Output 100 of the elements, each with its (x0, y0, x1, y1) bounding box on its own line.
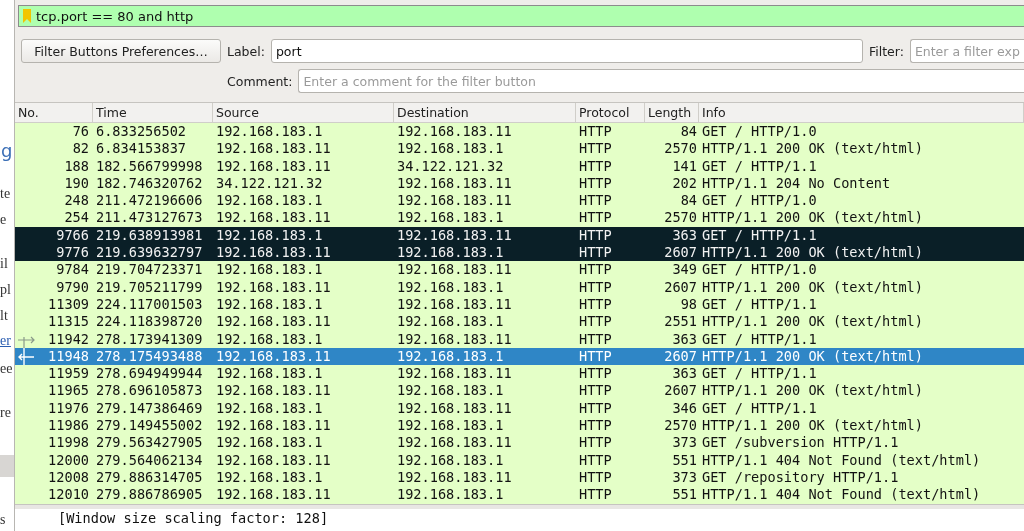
table-cell-text: HTTP/1.1 200 OK (text/html) (701, 382, 924, 400)
table-cell-text: HTTP (578, 209, 613, 227)
table-cell-text: GET / HTTP/1.1 (701, 226, 818, 245)
table-cell-text: 278.694949944 (95, 365, 204, 383)
table-cell-text: 6.834153837 (95, 140, 188, 158)
packet-row[interactable]: 11986 279.149455002 192.168.183.11 192.168.183.1 HTTP 2570 HTTP/1.1 200 OK (text/html) (15, 417, 1024, 435)
table-cell-text: HTTP (578, 434, 613, 452)
packet-row[interactable]: 76 6.833256502 192.168.183.1 192.168.183.11 HTTP 84 GET / HTTP/1.0 (15, 123, 1024, 141)
page-text: e (0, 212, 7, 228)
table-cell-text: 182.746320762 (95, 174, 204, 193)
table-cell-text: 2607 (663, 382, 698, 400)
table-cell-text: 11986 (48, 417, 90, 435)
table-cell-text: 279.563427905 (95, 434, 204, 452)
column-header[interactable]: Source (213, 103, 394, 122)
packet-row[interactable]: 9776 219.639632797 192.168.183.11 192.168.183.1 HTTP 2607 HTTP/1.1 200 OK (text/html) (15, 244, 1024, 262)
table-cell-text: 192.168.183.1 (396, 451, 505, 469)
table-cell-text: 141 (671, 157, 698, 175)
column-header[interactable]: Time (93, 103, 213, 122)
packet-row[interactable]: 254 211.473127673 192.168.183.11 192.168.183.1 HTTP 2570 HTTP/1.1 200 OK (text/html) (15, 209, 1024, 227)
page-text: te (0, 186, 11, 202)
table-cell-text: 192.168.183.11 (396, 330, 513, 348)
table-cell-text: 192.168.183.1 (396, 382, 505, 400)
packet-row[interactable]: 11959 278.694949944 192.168.183.1 192.168.183.11 HTTP 363 GET / HTTP/1.1 (15, 365, 1024, 383)
packet-row[interactable]: 248 211.472196606 192.168.183.1 192.168.183.11 HTTP 84 GET / HTTP/1.0 (15, 192, 1024, 210)
table-cell-text: 373 (671, 468, 698, 487)
page-text: g (1, 139, 13, 163)
table-cell-text: 211.472196606 (95, 192, 204, 210)
packet-row[interactable]: 9784 219.704723371 192.168.183.1 192.168.183.11 HTTP 349 GET / HTTP/1.0 (15, 261, 1024, 279)
table-cell-text: 11959 (48, 365, 90, 383)
table-cell-text: 279.886314705 (95, 468, 204, 487)
table-cell-text: 34.122.121.32 (396, 157, 505, 175)
table-cell-text: HTTP (578, 278, 613, 296)
table-cell-text: 278.175493488 (95, 347, 204, 366)
table-cell-text: HTTP (578, 382, 613, 400)
table-cell-text: 192.168.183.11 (396, 365, 513, 383)
filter-field[interactable]: Enter a filter exp (909, 39, 1024, 63)
table-cell-text: 278.173941309 (95, 330, 204, 348)
table-cell-text: 192.168.183.1 (215, 365, 324, 383)
packet-row[interactable]: 12010 279.886786905 192.168.183.11 192.168.183.1 HTTP 551 HTTP/1.1 404 Not Found (text/html) (15, 486, 1024, 504)
page-text: lt (0, 308, 8, 324)
table-cell-text: 192.168.183.11 (215, 313, 332, 331)
table-cell-text: 188 (64, 157, 90, 175)
table-cell-text: HTTP (578, 451, 613, 469)
column-header[interactable]: Protocol (576, 103, 645, 122)
table-cell-text: 192.168.183.11 (396, 468, 513, 487)
page-text: s (0, 512, 6, 528)
table-cell-text: 192.168.183.1 (215, 295, 324, 314)
table-cell-text: HTTP (578, 295, 613, 314)
table-cell-text: 11976 (48, 399, 90, 418)
table-cell-text: 219.704723371 (95, 261, 204, 279)
page-text: pl (0, 282, 11, 298)
table-cell-text: GET /repository HTTP/1.1 (701, 468, 900, 487)
table-cell-text: HTTP (578, 330, 613, 348)
label-field[interactable]: port (270, 39, 863, 63)
table-cell-text: 190 (64, 174, 90, 193)
table-cell-text: 192.168.183.1 (396, 313, 505, 331)
table-cell-text: HTTP (578, 174, 613, 193)
table-cell-text: 192.168.183.11 (396, 226, 513, 245)
packet-row[interactable]: 11965 278.696105873 192.168.183.11 192.168.183.1 HTTP 2607 HTTP/1.1 200 OK (text/html) (15, 382, 1024, 400)
table-cell-text: HTTP/1.1 200 OK (text/html) (701, 244, 924, 262)
table-cell-text: 192.168.183.1 (396, 244, 505, 262)
table-cell-text: 349 (671, 261, 698, 279)
table-cell-text: 363 (671, 365, 698, 383)
table-cell-text: 279.147386469 (95, 399, 204, 418)
table-cell-text: 2570 (663, 417, 698, 435)
table-cell-text: 192.168.183.1 (396, 417, 505, 435)
table-cell-text: 2607 (663, 278, 698, 296)
table-cell-text: 192.168.183.11 (215, 451, 332, 469)
page-text: er (0, 333, 11, 349)
column-header[interactable]: Info (699, 103, 1024, 122)
table-cell-text: 2570 (663, 140, 698, 158)
column-header[interactable]: Length (645, 103, 699, 122)
table-cell-text: HTTP (578, 365, 613, 383)
display-filter-field[interactable]: tcp.port == 80 and http (18, 5, 1024, 27)
table-cell-text: HTTP (578, 157, 613, 175)
bookmark-icon[interactable] (22, 9, 32, 23)
filter-buttons-preferences-button[interactable]: Filter Buttons Preferences… (21, 39, 221, 63)
column-header[interactable]: No. (15, 103, 93, 122)
table-cell-text: HTTP (578, 486, 613, 504)
table-cell-text: 363 (671, 330, 698, 348)
table-cell-text: 2607 (663, 347, 698, 366)
packet-row[interactable]: 82 6.834153837 192.168.183.11 192.168.183.1 HTTP 2570 HTTP/1.1 200 OK (text/html) (15, 140, 1024, 158)
comment-field[interactable]: Enter a comment for the filter button (298, 69, 1024, 93)
table-cell-text: 192.168.183.11 (396, 261, 513, 279)
table-cell-text: 192.168.183.1 (215, 468, 324, 487)
table-cell-text: HTTP/1.1 404 Not Found (text/html) (701, 451, 982, 469)
table-cell-text: HTTP (578, 140, 613, 158)
table-cell-text: 346 (671, 399, 698, 418)
table-cell-text: 551 (671, 486, 698, 504)
table-cell-text: 192.168.183.1 (215, 330, 324, 348)
column-header[interactable]: Destination (394, 103, 576, 122)
table-cell-text: 12000 (48, 451, 90, 469)
table-cell-text: GET / HTTP/1.1 (701, 330, 818, 348)
table-cell-text: 192.168.183.11 (396, 123, 513, 141)
packet-row[interactable]: 11998 279.563427905 192.168.183.1 192.168.183.11 HTTP 373 GET /subversion HTTP/1.1 (15, 434, 1024, 452)
table-cell-text: 192.168.183.1 (396, 347, 505, 366)
packet-row[interactable]: 11315 224.118398720 192.168.183.11 192.168.183.1 HTTP 2551 HTTP/1.1 200 OK (text/html) (15, 313, 1024, 331)
table-cell-text: 192.168.183.11 (396, 174, 513, 193)
table-cell-text: 192.168.183.11 (215, 244, 332, 262)
label-caption: Label: (227, 43, 265, 59)
